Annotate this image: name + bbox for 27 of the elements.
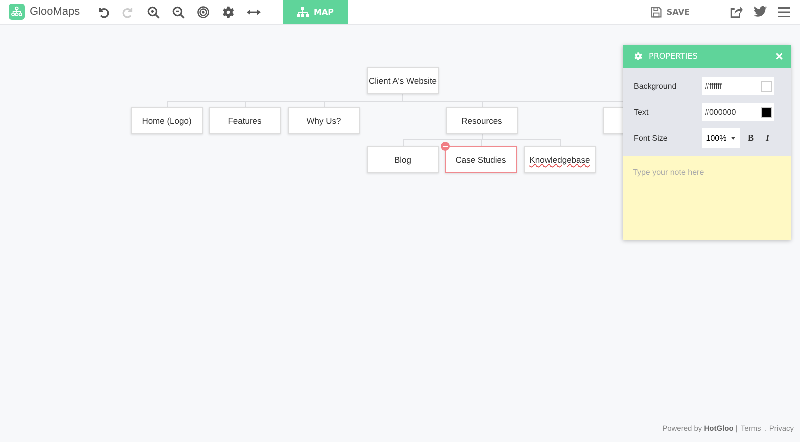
color-swatch[interactable]	[761, 80, 772, 92]
field-label: Background	[634, 82, 678, 90]
field-label: Text	[634, 108, 650, 116]
map-node[interactable]: Client A's Website	[367, 67, 439, 94]
map-node[interactable]: Features	[209, 107, 281, 134]
color-field[interactable]: #000000	[702, 103, 774, 121]
save-button[interactable]: SAVE	[644, 0, 696, 24]
map-node[interactable]: Case Studies	[445, 146, 517, 173]
italic-button[interactable]: I	[762, 133, 774, 143]
color-field[interactable]: #ffffff	[702, 77, 774, 95]
settings-icon	[634, 52, 643, 61]
caret-icon	[730, 136, 736, 140]
panel-title: PROPERTIES	[649, 52, 699, 61]
bold-button[interactable]: B	[744, 133, 758, 143]
color-swatch[interactable]	[761, 106, 772, 118]
map-node[interactable]: Blog	[367, 146, 439, 173]
font-size-dropdown[interactable]: 100%	[702, 128, 740, 148]
map-node[interactable]: Why Us?	[288, 107, 360, 134]
map-node[interactable]: Knowledgebase	[524, 146, 596, 173]
logo-icon	[9, 4, 25, 20]
field-label: Font Size	[634, 134, 669, 142]
app-name: GlooMaps	[30, 6, 80, 18]
map-node[interactable]: Resources	[446, 107, 518, 134]
sitemap-icon	[297, 6, 309, 18]
map-node[interactable]: Home (Logo)	[131, 107, 203, 134]
note-field[interactable]: Type your note here	[623, 156, 791, 240]
remove-icon[interactable]	[441, 142, 450, 151]
